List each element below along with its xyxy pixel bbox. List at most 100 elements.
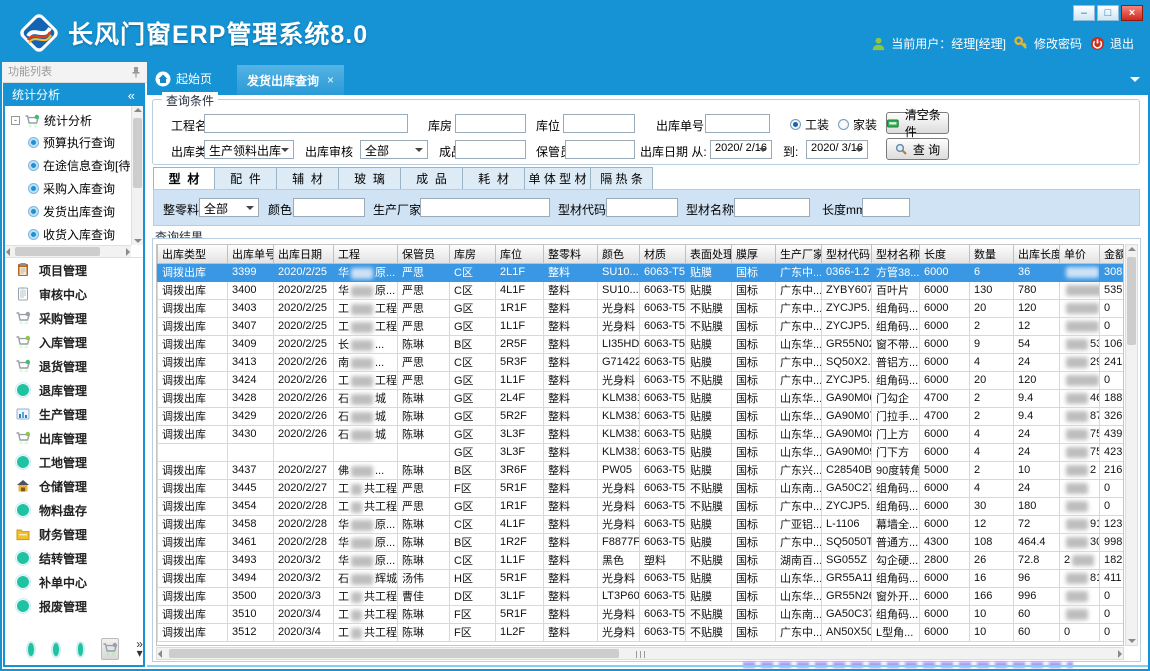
column-header-数量[interactable]: 数量 <box>970 245 1014 263</box>
date-to-picker[interactable]: 2020/ 3/16 <box>806 140 868 159</box>
date-from-picker[interactable]: 2020/ 2/16 <box>710 140 772 159</box>
maximize-button[interactable]: □ <box>1097 5 1119 21</box>
sidebar-group-仓储管理[interactable]: 仓储管理 <box>5 474 143 498</box>
scroll-left-icon[interactable] <box>6 248 10 256</box>
pin-icon[interactable] <box>131 66 141 78</box>
scroll-right-icon[interactable] <box>1118 650 1122 658</box>
audit-combo[interactable]: 全部 <box>360 140 428 159</box>
table-row[interactable]: 调拨出库34582020/2/28华原...陈琳C区4L1F整料光身料6063-… <box>158 515 1125 533</box>
tree-item-预算执行查询[interactable]: 预算执行查询 <box>5 131 143 154</box>
sidebar-group-退库管理[interactable]: 退库管理 <box>5 378 143 402</box>
table-row[interactable]: 调拨出库34292020/2/26石城陈琳G区5R2F整料KLM38176063… <box>158 407 1125 425</box>
table-row[interactable]: 调拨出库34002020/2/25华原...严思C区4L1F整料SU10...6… <box>158 281 1125 299</box>
scroll-up-icon[interactable] <box>134 108 142 112</box>
length-input[interactable] <box>862 198 910 217</box>
sidebar-group-采购管理[interactable]: 采购管理 <box>5 306 143 330</box>
out-type-combo[interactable]: 生产领料出库 <box>204 140 294 159</box>
column-header-工程[interactable]: 工程 <box>334 245 398 263</box>
tree-vertical-scrollbar[interactable] <box>131 106 143 245</box>
profile-name-input[interactable] <box>734 198 810 217</box>
sidebar-group-出库管理[interactable]: 出库管理 <box>5 426 143 450</box>
material-tab-成品[interactable]: 成 品 <box>401 167 463 190</box>
logout-button[interactable]: 退出 <box>1090 35 1134 52</box>
table-row[interactable]: 调拨出库35102020/3/4工共工程陈琳F区5R1F整料光身料6063-T5… <box>158 605 1125 623</box>
color-input[interactable] <box>293 198 365 217</box>
column-header-生产厂家[interactable]: 生产厂家 <box>776 245 822 263</box>
column-header-保管员[interactable]: 保管员 <box>398 245 450 263</box>
table-row[interactable]: 调拨出库35122020/3/4工共工程陈琳F区1L2F整料光身料6063-T5… <box>158 623 1125 641</box>
column-header-长度[interactable]: 长度 <box>920 245 970 263</box>
column-header-颜色[interactable]: 颜色 <box>598 245 640 263</box>
sidebar-group-生产管理[interactable]: 生产管理 <box>5 402 143 426</box>
warehouse-input[interactable] <box>455 114 526 133</box>
table-row[interactable]: 调拨出库34372020/2/27佛...陈琳B区3R6F整料PW056063-… <box>158 461 1125 479</box>
tab-active[interactable]: 发货出库查询 × <box>237 65 344 95</box>
sidebar-group-项目管理[interactable]: 项目管理 <box>5 258 143 282</box>
table-row[interactable]: 调拨出库34242020/2/26工工程严思G区1L1F整料光身料6063-T5… <box>158 371 1125 389</box>
tree-horizontal-scrollbar[interactable] <box>5 245 131 257</box>
close-button[interactable]: × <box>1121 5 1143 21</box>
column-header-膜厚[interactable]: 膜厚 <box>732 245 776 263</box>
tree-item-在途信息查询[待[interactable]: 在途信息查询[待 <box>5 154 143 177</box>
profile-code-input[interactable] <box>606 198 678 217</box>
sidebar-section-header[interactable]: 统计分析 « <box>5 85 143 106</box>
sidebar-group-入库管理[interactable]: 入库管理 <box>5 330 143 354</box>
radio-jiazhuang[interactable]: 家装 <box>838 116 877 133</box>
clear-conditions-button[interactable]: 清空条件 <box>886 112 949 134</box>
table-row[interactable]: 调拨出库34072020/2/25工工程严思G区1L1F整料光身料6063-T5… <box>158 317 1125 335</box>
change-password-button[interactable]: 修改密码 <box>1014 35 1082 52</box>
minimize-button[interactable]: – <box>1073 5 1095 21</box>
tree-item-发货出库查询[interactable]: 发货出库查询 <box>5 200 143 223</box>
material-tab-耗材[interactable]: 耗 材 <box>463 167 525 190</box>
table-vertical-scrollbar[interactable] <box>1125 244 1138 646</box>
tree-expander-icon[interactable]: - <box>11 116 20 125</box>
radio-gongzhuang[interactable]: 工装 <box>790 116 829 133</box>
table-row[interactable]: 调拨出库34612020/2/28华原...陈琳B区1R2F整料F8877FT6… <box>158 533 1125 551</box>
manufacturer-input[interactable] <box>420 198 550 217</box>
sidebar-group-工地管理[interactable]: 工地管理 <box>5 450 143 474</box>
more-options-button[interactable]: »▾ <box>136 640 143 658</box>
tree-item-收货入库查询[interactable]: 收货入库查询 <box>5 223 143 246</box>
sidebar-group-财务管理[interactable]: 财务管理 <box>5 522 143 546</box>
material-tab-配件[interactable]: 配 件 <box>215 167 277 190</box>
tab-list-chevron-icon[interactable] <box>1130 77 1140 87</box>
material-tab-隔热条[interactable]: 隔 热 条 <box>591 167 653 190</box>
table-row[interactable]: G区3L3F整料KLM38176063-T5贴膜国标山东华...GA90M09.… <box>158 443 1125 461</box>
column-header-整零料[interactable]: 整零料 <box>544 245 598 263</box>
table-row[interactable]: 调拨出库34282020/2/26石城陈琳G区2L4F整料KLM38176063… <box>158 389 1125 407</box>
column-header-出库类型[interactable]: 出库类型 <box>158 245 228 263</box>
sidebar-group-审核中心[interactable]: 审核中心 <box>5 282 143 306</box>
tree-root[interactable]: - 统计分析 <box>5 106 143 131</box>
tab-home[interactable]: 起始页 <box>155 70 212 87</box>
material-tab-型材[interactable]: 型 材 <box>153 167 215 190</box>
table-row[interactable]: 调拨出库34092020/2/25长...陈琳B区2R5F整料LI35HD606… <box>158 335 1125 353</box>
material-tab-单体型材[interactable]: 单 体 型 材 <box>525 167 591 190</box>
sidebar-group-报废管理[interactable]: 报废管理 <box>5 594 143 618</box>
product-type-input[interactable] <box>455 140 526 159</box>
scroll-down-icon[interactable] <box>1128 639 1136 643</box>
column-header-型材名称[interactable]: 型材名称 <box>872 245 920 263</box>
location-input[interactable] <box>563 114 635 133</box>
scroll-right-icon[interactable] <box>126 248 130 256</box>
keeper-input[interactable] <box>565 140 635 159</box>
column-header-出库日期[interactable]: 出库日期 <box>274 245 334 263</box>
column-header-型材代码[interactable]: 型材代码 <box>822 245 872 263</box>
column-header-库位[interactable]: 库位 <box>496 245 544 263</box>
quick-circle-icon[interactable] <box>53 643 59 656</box>
sidebar-group-补单中心[interactable]: 补单中心 <box>5 570 143 594</box>
project-name-input[interactable] <box>204 114 408 133</box>
scroll-up-icon[interactable] <box>1128 247 1136 251</box>
column-header-单价[interactable]: 单价 <box>1060 245 1100 263</box>
table-row[interactable]: 调拨出库34942020/3/2石辉城汤伟H区5R1F整料光身料6063-T5贴… <box>158 569 1125 587</box>
column-header-出库长度[interactable]: 出库长度 <box>1014 245 1060 263</box>
tab-close-icon[interactable]: × <box>327 73 334 87</box>
column-header-表面处理[interactable]: 表面处理 <box>686 245 732 263</box>
sidebar-group-结转管理[interactable]: 结转管理 <box>5 546 143 570</box>
table-row[interactable]: 调拨出库34302020/2/26石城陈琳G区3L3F整料KLM38176063… <box>158 425 1125 443</box>
whole-part-combo[interactable]: 全部 <box>199 198 259 217</box>
search-button[interactable]: 查 询 <box>886 138 949 160</box>
table-row[interactable]: 调拨出库35002020/3/3工共工程曹佳D区3L1F整料LT3P606063… <box>158 587 1125 605</box>
quick-circle-icon[interactable] <box>28 643 34 656</box>
quick-circle-icon[interactable] <box>78 643 84 656</box>
material-tab-玻璃[interactable]: 玻 璃 <box>339 167 401 190</box>
